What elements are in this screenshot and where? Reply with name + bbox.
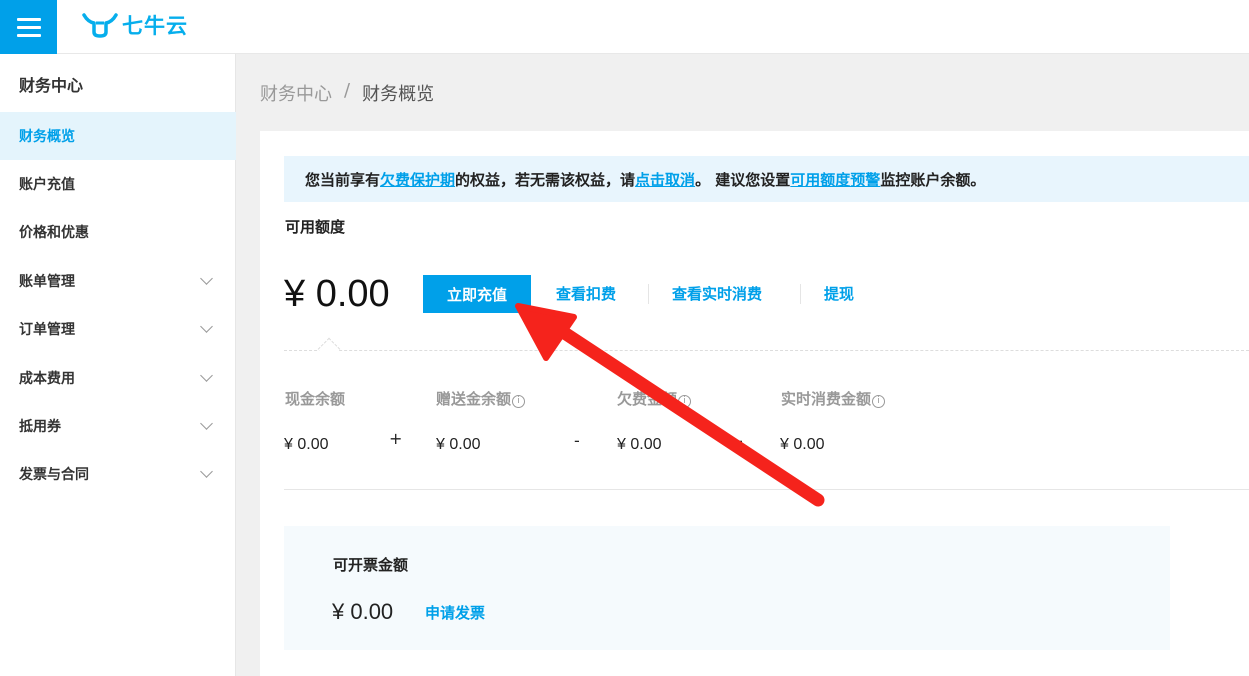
divider — [648, 284, 649, 304]
sidebar-item-finance-overview[interactable]: 财务概览 — [0, 112, 236, 160]
realtime-consumption-text: 实时消费金额 — [781, 390, 872, 408]
hamburger-menu-icon[interactable] — [0, 0, 57, 54]
available-quota-label: 可用额度 — [285, 218, 346, 236]
view-realtime-consumption-link[interactable]: 查看实时消费 — [672, 283, 762, 304]
quota-alert-link[interactable]: 可用额度预警 — [790, 169, 880, 190]
notice-text: 您当前享有 — [305, 170, 381, 189]
gift-balance-label: 赠送金余额 i — [436, 388, 526, 409]
sidebar-item-label: 账单管理 — [19, 274, 75, 290]
realtime-consumption-value: ¥ 0.00 — [780, 436, 825, 453]
breadcrumb-current: 财务概览 — [362, 84, 435, 105]
minus-operator: - — [574, 431, 580, 450]
sidebar-header: 财务中心 — [19, 76, 84, 95]
cash-balance-label: 现金余额 — [285, 390, 346, 408]
realtime-consumption-label: 实时消费金额 i — [781, 388, 886, 409]
available-quota-amount: ¥ 0.00 — [284, 273, 390, 315]
view-deductions-link[interactable]: 查看扣费 — [556, 283, 616, 304]
apply-invoice-link[interactable]: 申请发票 — [425, 602, 485, 623]
breadcrumb-separator: / — [344, 80, 351, 101]
invoiceable-amount-value: ¥ 0.00 — [332, 599, 394, 624]
sidebar-item-pricing[interactable]: 价格和优惠 — [0, 208, 236, 256]
withdraw-link[interactable]: 提现 — [824, 283, 854, 304]
section-divider — [284, 489, 1249, 490]
info-icon[interactable]: i — [678, 395, 692, 408]
recharge-now-button[interactable]: 立即充值 — [423, 275, 531, 313]
notice-text: 监控账户余额。 — [880, 170, 986, 189]
cash-balance-value: ¥ 0.00 — [284, 436, 329, 453]
dashed-divider — [284, 350, 1249, 351]
pointer-notch — [317, 337, 341, 361]
notice-text: 的权益，若无需该权益，请 — [455, 170, 636, 189]
divider — [800, 284, 801, 304]
breadcrumb-root[interactable]: 财务中心 — [260, 80, 332, 106]
arrears-amount-value: ¥ 0.00 — [617, 436, 662, 453]
arrears-protection-link[interactable]: 欠费保护期 — [380, 169, 455, 190]
finance-overview-card: 您当前享有 欠费保护期 的权益，若无需该权益，请 点击取消。 建议您设置 可用额度预警监… — [260, 131, 1249, 676]
top-bar: 七牛云 — [0, 0, 1249, 54]
gift-balance-text: 赠送金余额 — [436, 390, 512, 408]
brand-logo-icon — [82, 13, 118, 38]
chevron-down-icon — [200, 465, 213, 478]
sidebar-item-vouchers[interactable]: 抵用券 — [0, 402, 236, 450]
chevron-down-icon — [200, 369, 213, 382]
sidebar-item-label: 订单管理 — [19, 322, 75, 338]
arrears-amount-label: 欠费金额 i — [617, 388, 692, 409]
minus-operator: - — [737, 431, 743, 450]
cancel-link[interactable]: 点击取消 — [635, 169, 695, 190]
brand-name: 七牛云 — [122, 14, 188, 38]
sidebar-item-label: 成本费用 — [19, 371, 75, 387]
chevron-down-icon — [200, 417, 213, 430]
sidebar: 财务中心 财务概览 账户充值 价格和优惠 账单管理 订单管理 成本费用 抵用券 … — [0, 54, 236, 676]
plus-operator: + — [389, 429, 403, 448]
chevron-down-icon — [200, 320, 213, 333]
sidebar-item-label: 发票与合同 — [19, 467, 89, 483]
sidebar-item-label: 抵用券 — [19, 419, 61, 435]
notice-banner: 您当前享有 欠费保护期 的权益，若无需该权益，请 点击取消。 建议您设置 可用额度预警监… — [284, 156, 1249, 202]
info-icon[interactable]: i — [512, 395, 526, 408]
notice-text: 。 建议您设置 — [695, 170, 791, 189]
sidebar-item-costs[interactable]: 成本费用 — [0, 354, 236, 402]
gift-balance-value: ¥ 0.00 — [436, 436, 481, 453]
breadcrumb: 财务中心 / 财务概览 — [260, 80, 434, 106]
invoiceable-amount-panel: 可开票金额 ¥ 0.00 申请发票 — [284, 526, 1170, 650]
chevron-down-icon — [200, 272, 213, 285]
sidebar-item-recharge[interactable]: 账户充值 — [0, 160, 236, 208]
invoiceable-amount-label: 可开票金额 — [333, 556, 409, 574]
info-icon[interactable]: i — [872, 395, 886, 408]
sidebar-item-orders[interactable]: 订单管理 — [0, 305, 236, 353]
brand-logo[interactable]: 七牛云 — [82, 10, 188, 40]
sidebar-item-invoices-contracts[interactable]: 发票与合同 — [0, 450, 236, 498]
arrears-amount-text: 欠费金额 — [617, 390, 678, 408]
sidebar-item-bills[interactable]: 账单管理 — [0, 257, 236, 305]
